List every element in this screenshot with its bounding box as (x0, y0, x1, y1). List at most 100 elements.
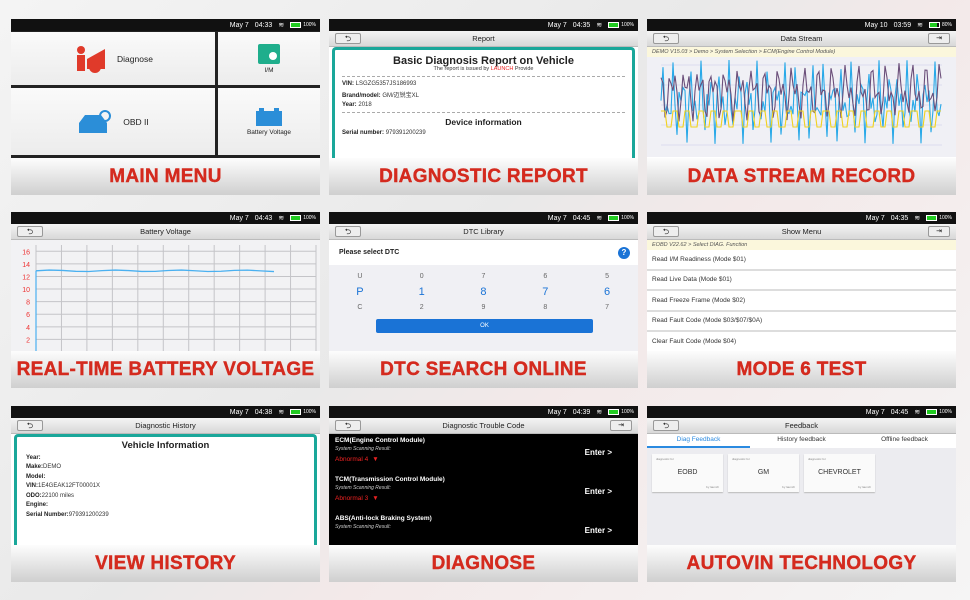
exit-button[interactable]: ⇥ (928, 226, 950, 237)
back-button[interactable]: ⮌ (653, 226, 679, 237)
report-card: Basic Diagnosis Report on Vehicle The re… (332, 47, 635, 158)
field-key: Model: (26, 473, 46, 480)
ok-button[interactable]: OK (376, 319, 593, 333)
vin-row: VIN: LSGZG5357JS186993 (342, 81, 625, 87)
scan-result[interactable]: Abnormal 3 ▼ (335, 495, 632, 502)
dtc-digit[interactable]: 7 (453, 273, 515, 280)
dtc-digit[interactable]: 0 (391, 273, 453, 280)
panel-show-menu: May 7 04:35 ≋ 100% ⮌ Show Menu ⇥ EOBD V22.62 … (647, 212, 956, 388)
exit-button[interactable]: ⇥ (610, 420, 632, 431)
back-button[interactable]: ⮌ (335, 420, 361, 431)
serial-row: Serial number: 979391200239 (342, 130, 625, 136)
y-tick-label: 16 (22, 249, 30, 256)
menu-item[interactable]: Read I/M Readiness (Mode $01) (647, 250, 956, 271)
wifi-icon: ≋ (278, 409, 285, 416)
battery-percent: 100% (303, 215, 316, 221)
status-bar: May 7 04:43 ≋ 100% (11, 212, 320, 224)
back-button[interactable]: ⮌ (17, 226, 43, 237)
dtc-wheel[interactable]: U0765P1876C2987 (329, 265, 638, 311)
history-content: Vehicle Information Year: Make:DEMO Model:… (11, 434, 320, 545)
menu-item[interactable]: Read Freeze Frame (Mode $02) (647, 291, 956, 312)
vehicle-feedback-card[interactable]: diagnostic for CHEVROLET by launch (804, 454, 875, 492)
dtc-digit[interactable]: 8 (514, 304, 576, 311)
panel-main-menu: Diagnose I/M OBD II Battery Voltage ⚙ Ma… (11, 19, 320, 195)
status-date: May 7 (547, 214, 567, 222)
dtc-digit[interactable]: U (329, 273, 391, 280)
function-list: Read I/M Readiness (Mode $01) Read Live D… (647, 250, 956, 353)
dtc-digit[interactable]: 2 (391, 304, 453, 311)
title-bar: ⮌ Data Stream ⇥ (647, 31, 956, 47)
im-readiness-icon (258, 43, 280, 64)
menu-item[interactable]: Read Live Data (Mode $01) (647, 270, 956, 291)
vehicle-field: Year: (26, 455, 305, 461)
dtc-digit[interactable]: 1 (391, 286, 453, 298)
dtc-digit[interactable]: 8 (453, 286, 515, 298)
data-series-line (660, 59, 942, 144)
status-date: May 7 (865, 408, 885, 416)
status-date: May 7 (229, 408, 249, 416)
module-row[interactable]: TCM(Transmission Control Module) System S… (335, 476, 632, 515)
screen-title: Feedback (785, 421, 818, 430)
scan-result[interactable]: Abnormal 4 ▼ (335, 456, 632, 463)
dropdown-arrow-icon: ▼ (372, 495, 379, 502)
wifi-icon: ≋ (596, 22, 603, 29)
exit-button[interactable]: ⇥ (928, 33, 950, 44)
vehicle-info-heading: Vehicle Information (121, 440, 210, 451)
battery-status: 100% (290, 409, 316, 415)
vehicle-feedback-card[interactable]: diagnostic for GM by launch (728, 454, 799, 492)
tile-obd2[interactable]: OBD II (11, 88, 215, 155)
status-time: 04:43 (254, 214, 273, 222)
back-button[interactable]: ⮌ (335, 226, 361, 237)
status-date: May 7 (547, 21, 567, 29)
back-button[interactable]: ⮌ (653, 33, 679, 44)
menu-item[interactable]: Clear Fault Code (Mode $04) (647, 332, 956, 353)
menu-item[interactable]: Read Fault Code (Mode $03/$07/$0A) (647, 311, 956, 332)
dtc-digit[interactable]: 5 (576, 273, 638, 280)
module-row[interactable]: ECM(Engine Control Module) System Scannin… (335, 437, 632, 476)
module-list: ECM(Engine Control Module) System Scannin… (329, 434, 638, 545)
dtc-digit[interactable]: P (329, 286, 391, 298)
back-button[interactable]: ⮌ (17, 420, 43, 431)
mechanic-icon (77, 45, 106, 73)
data-stream-graph (647, 57, 956, 157)
field-value: LSGZG5357JS186993 (355, 81, 417, 87)
vehicle-feedback-card[interactable]: diagnostic for EOBD by launch (652, 454, 723, 492)
status-bar: May 7 04:45 ≋ 100% (647, 406, 956, 418)
feature-label: MODE 6 TEST (647, 351, 956, 388)
tile-label: Diagnose (117, 53, 153, 64)
enter-button[interactable]: Enter > (585, 448, 612, 457)
y-tick-label: 14 (22, 262, 30, 269)
year-row: Year: 2018 (342, 102, 625, 108)
battery-status: 100% (608, 215, 634, 221)
module-name: ECM(Engine Control Module) (335, 437, 425, 444)
dtc-digit[interactable]: 6 (576, 286, 638, 298)
feature-label: DTC SEARCH ONLINE (329, 351, 638, 388)
dtc-digit[interactable]: C (329, 304, 391, 311)
tab-diag-feedback[interactable]: Diag Feedback (647, 434, 750, 448)
title-bar: ⮌ Feedback (647, 418, 956, 434)
battery-status: 100% (290, 215, 316, 221)
tile-im[interactable]: I/M (218, 32, 320, 85)
dtc-digit[interactable]: 7 (576, 304, 638, 311)
status-bar: May 7 04:39 ≋ 100% (329, 406, 638, 418)
enter-button[interactable]: Enter > (585, 526, 612, 535)
enter-button[interactable]: Enter > (585, 487, 612, 496)
status-date: May 7 (865, 214, 885, 222)
field-value: 979391200239 (68, 511, 109, 518)
breadcrumb: EOBD V22.62 > Select DIAG. Function (647, 240, 956, 250)
dtc-digit[interactable]: 9 (453, 304, 515, 311)
tab-history-feedback[interactable]: History feedback (750, 434, 853, 448)
y-tick-label: 10 (22, 287, 30, 294)
help-icon[interactable]: ? (618, 246, 630, 259)
tile-diagnose[interactable]: Diagnose (11, 32, 215, 85)
status-bar: May 7 04:33 ≋ 100% (11, 19, 320, 31)
back-button[interactable]: ⮌ (653, 420, 679, 431)
tab-offline-feedback[interactable]: Offline feedback (853, 434, 956, 448)
dtc-digit[interactable]: 7 (514, 286, 576, 298)
dtc-digit[interactable]: 6 (514, 273, 576, 280)
y-tick-label: 12 (22, 274, 30, 281)
tile-battery-voltage[interactable]: Battery Voltage (218, 88, 320, 155)
back-button[interactable]: ⮌ (335, 33, 361, 44)
status-bar: May 7 04:35 ≋ 100% (647, 212, 956, 224)
field-value: 22100 miles (41, 492, 75, 499)
